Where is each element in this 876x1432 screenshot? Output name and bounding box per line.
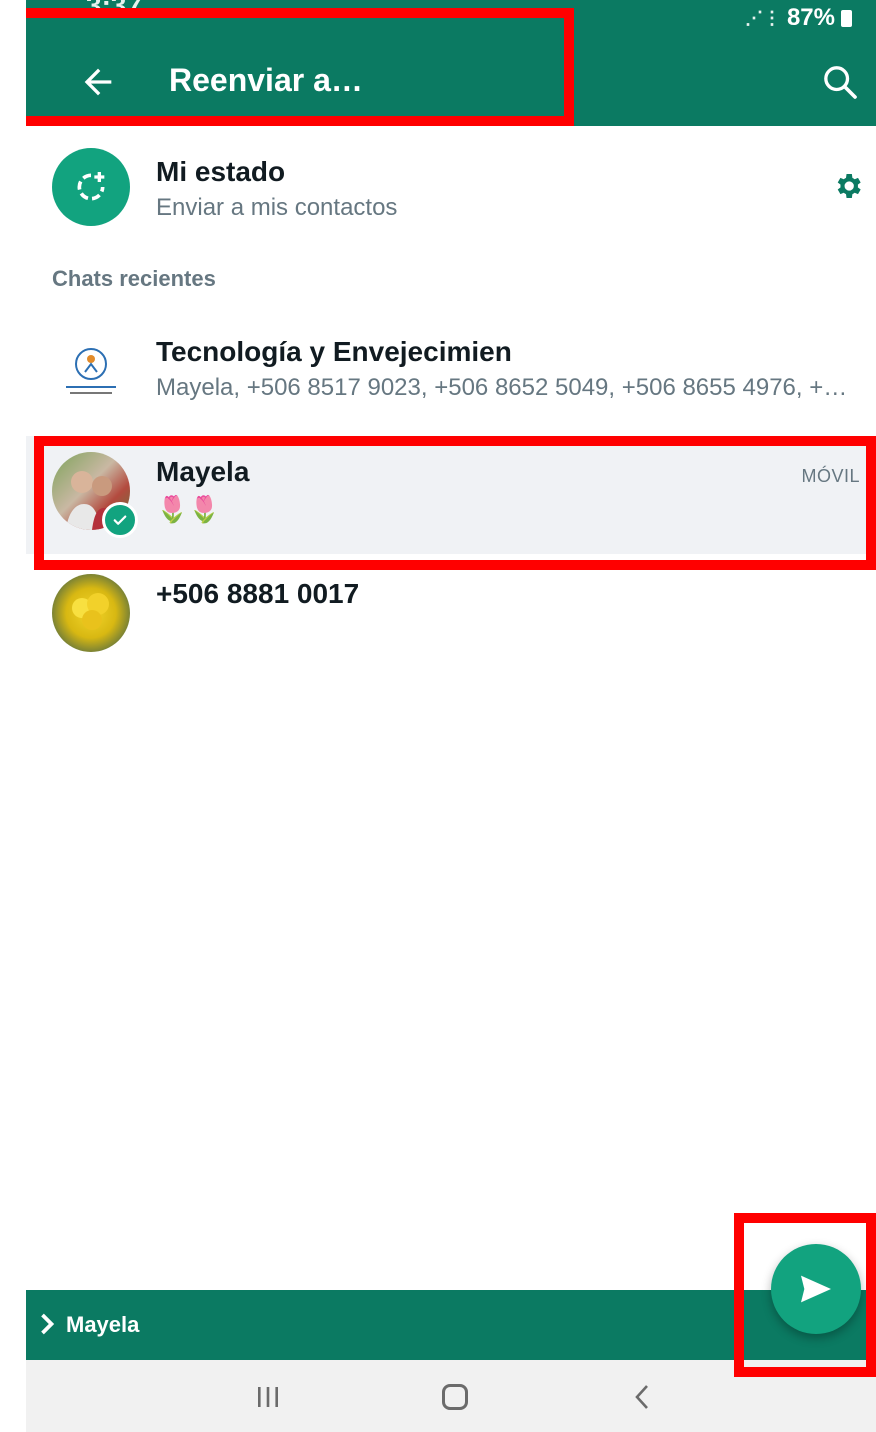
back-icon[interactable]	[634, 1384, 650, 1410]
arrow-left-icon	[84, 68, 112, 96]
chat-last-message: 🌷🌷	[156, 494, 221, 524]
status-add-icon	[77, 172, 105, 201]
search-icon	[824, 66, 857, 99]
chat-row-phone[interactable]: +506 8881 0017	[26, 558, 876, 674]
chevron-right-icon	[41, 1313, 55, 1335]
selected-contact-name: Mayela	[66, 1312, 140, 1337]
flower-photo-icon	[72, 593, 109, 630]
group-avatar	[52, 332, 130, 410]
recents-icon[interactable]	[255, 1386, 281, 1408]
chat-participants: Mayela, +506 8517 9023, +506 8652 5049, …	[156, 374, 848, 401]
recent-chats-heading: Chats recientes	[52, 266, 216, 291]
system-nav-bar	[26, 1360, 876, 1432]
chat-name: +506 8881 0017	[156, 578, 360, 609]
gear-icon	[837, 174, 861, 198]
chat-row-tecnologia[interactable]: Tecnología y Envejecimien Mayela, +506 8…	[26, 316, 876, 432]
chat-name: Tecnología y Envejecimien	[156, 336, 512, 367]
status-settings-button[interactable]	[832, 170, 864, 202]
home-icon[interactable]	[442, 1384, 468, 1410]
send-icon	[801, 1275, 831, 1303]
back-button[interactable]	[78, 62, 118, 102]
status-avatar	[52, 148, 130, 226]
group-logo-icon	[66, 348, 116, 394]
search-button[interactable]	[820, 62, 860, 102]
contact-avatar	[52, 574, 130, 652]
my-status-name: Mi estado	[156, 156, 286, 187]
app-bar: 3:37 ⋰⋮ 87% Reenviar a…	[26, 0, 876, 126]
battery-icon	[841, 9, 852, 27]
contact-type-label: MÓVIL	[801, 466, 860, 486]
my-status-subtitle: Enviar a mis contactos	[156, 194, 398, 221]
chat-name: Mayela	[156, 456, 250, 487]
page-title: Reenviar a…	[169, 62, 363, 98]
status-time: 3:37	[86, 0, 143, 21]
selected-check-badge	[102, 502, 138, 538]
battery-level: 87%	[786, 4, 835, 31]
my-status-row[interactable]: Mi estado Enviar a mis contactos	[26, 132, 876, 242]
send-button[interactable]	[771, 1244, 861, 1334]
check-icon	[113, 515, 127, 525]
chat-row-mayela[interactable]: Mayela 🌷🌷 MÓVIL	[26, 436, 876, 554]
left-margin	[0, 0, 26, 1432]
status-bar-right: ⋰⋮ 87%	[745, 4, 852, 32]
selected-contacts-bar: Mayela	[26, 1290, 876, 1360]
wifi-signal-icon: ⋰⋮	[744, 7, 781, 28]
